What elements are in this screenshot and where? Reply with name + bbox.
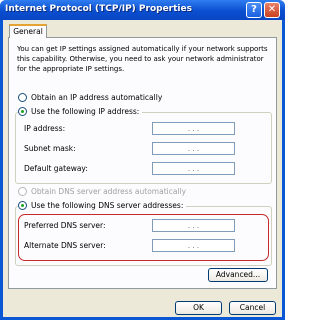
use-following-dns-option[interactable]: Use the following DNS server addresses: <box>18 201 187 210</box>
ip-address-value: . . . <box>187 124 200 133</box>
ip-address-label: IP address: <box>24 124 66 133</box>
default-gateway-label: Default gateway: <box>24 164 88 173</box>
subnet-mask-value: . . . <box>187 144 200 153</box>
title-bar[interactable]: Internet Protocol (TCP/IP) Properties ? … <box>0 0 285 20</box>
obtain-ip-auto-label: Obtain an IP address automatically <box>31 93 163 102</box>
alternate-dns-label: Alternate DNS server: <box>24 241 106 250</box>
subnet-mask-input[interactable]: . . . <box>152 142 235 155</box>
close-button[interactable]: ✕ <box>264 2 280 18</box>
cancel-button[interactable]: Cancel <box>229 301 276 315</box>
obtain-dns-auto-radio[interactable] <box>18 187 27 196</box>
window-title: Internet Protocol (TCP/IP) Properties <box>5 4 192 14</box>
ip-address-input[interactable]: . . . <box>152 122 235 135</box>
use-following-ip-label: Use the following IP address: <box>31 107 140 116</box>
ok-button[interactable]: OK <box>175 301 222 315</box>
obtain-ip-auto-option[interactable]: Obtain an IP address automatically <box>18 93 162 102</box>
help-button[interactable]: ? <box>246 2 262 18</box>
use-following-ip-radio[interactable] <box>18 107 27 116</box>
description-text: You can get IP settings assigned automat… <box>17 45 268 73</box>
use-following-ip-option[interactable]: Use the following IP address: <box>18 107 143 116</box>
advanced-button[interactable]: Advanced... <box>208 268 268 282</box>
subnet-mask-label: Subnet mask: <box>24 144 76 153</box>
obtain-dns-auto-option[interactable]: Obtain DNS server address automatically <box>18 187 186 196</box>
alternate-dns-input[interactable]: . . . <box>152 239 235 252</box>
dialog-client-area: General You can get IP settings assigned… <box>3 20 282 317</box>
properties-dialog: Internet Protocol (TCP/IP) Properties ? … <box>0 0 285 320</box>
default-gateway-value: . . . <box>187 164 200 173</box>
preferred-dns-value: . . . <box>187 221 200 230</box>
general-panel: You can get IP settings assigned automat… <box>8 37 277 289</box>
default-gateway-input[interactable]: . . . <box>152 162 235 175</box>
use-following-dns-radio[interactable] <box>18 201 27 210</box>
obtain-dns-auto-label: Obtain DNS server address automatically <box>31 187 187 196</box>
alternate-dns-value: . . . <box>187 241 200 250</box>
obtain-ip-auto-radio[interactable] <box>18 93 27 102</box>
preferred-dns-input[interactable]: . . . <box>152 219 235 232</box>
preferred-dns-label: Preferred DNS server: <box>24 221 106 230</box>
use-following-dns-label: Use the following DNS server addresses: <box>31 201 184 210</box>
tab-general[interactable]: General <box>9 24 47 38</box>
